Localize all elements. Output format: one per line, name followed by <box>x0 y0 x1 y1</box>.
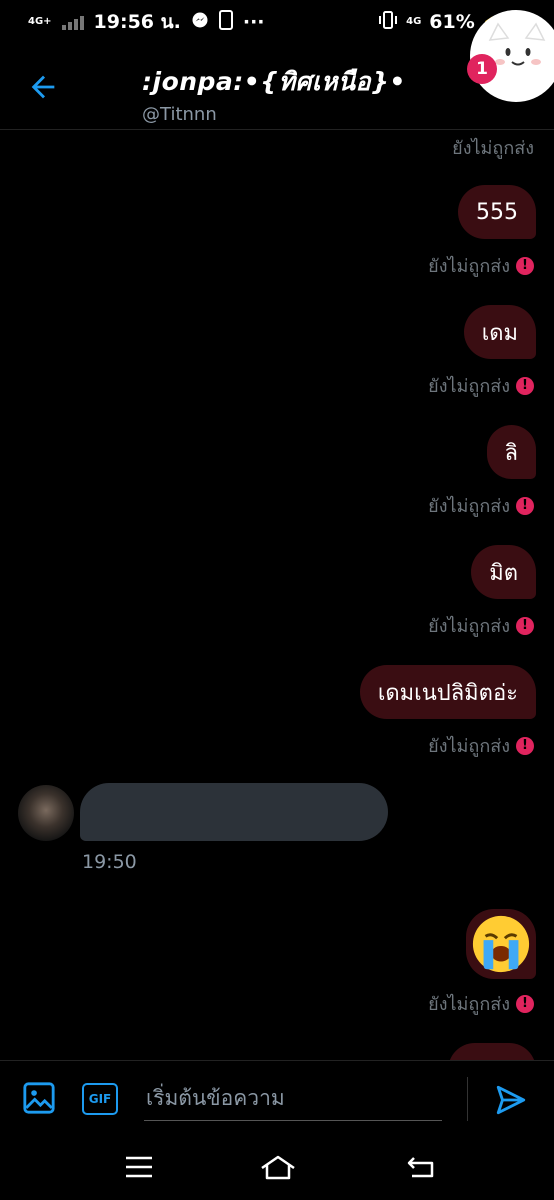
error-icon: ! <box>516 496 534 515</box>
received-time: 19:50 <box>82 851 137 873</box>
error-icon: ! <box>516 994 534 1013</box>
error-icon: ! <box>516 256 534 275</box>
sent-emoji-message[interactable] <box>466 909 536 979</box>
send-icon <box>496 1085 526 1115</box>
error-icon: ! <box>516 736 534 755</box>
message-input[interactable] <box>144 1075 442 1121</box>
notification-badge: 1 <box>467 54 497 84</box>
add-media-button[interactable] <box>22 1081 56 1115</box>
home-icon <box>261 1155 295 1180</box>
menu-icon <box>126 1156 152 1178</box>
conversation-handle: @Titnnn <box>142 104 217 125</box>
image-icon <box>23 1082 55 1114</box>
sent-message[interactable]: เดมเนปลิมิตอ่ะ <box>359 665 536 719</box>
status-bar: 4G+ 19:56 น. ··· 4G 61% ⚡ <box>0 0 554 44</box>
network-type-left: 4G+ <box>28 16 52 27</box>
message-list[interactable]: ยังไม่ถูกส่ง 555 ยังไม่ถูกส่ง ! เดม ยังไ… <box>0 131 554 1060</box>
status-time: 19:56 น. <box>93 11 181 33</box>
signal-icon <box>61 14 84 30</box>
message-status: ยังไม่ถูกส่ง ! <box>428 731 534 760</box>
sent-message[interactable]: มิต <box>471 545 536 599</box>
recent-apps-button[interactable] <box>124 1154 156 1182</box>
message-status: ยังไม่ถูกส่ง ! <box>428 491 534 520</box>
sent-message[interactable]: เดม <box>463 305 536 359</box>
conversation-title-block[interactable]: :jonpa:•{ทิศเหนือ}• @Titnnn <box>142 62 406 125</box>
system-back-button[interactable] <box>406 1154 438 1182</box>
messenger-icon <box>191 11 209 34</box>
sent-message[interactable]: ลิ <box>486 425 536 479</box>
received-message[interactable] <box>80 783 388 841</box>
message-status: ยังไม่ถูกส่ง <box>452 138 534 159</box>
conversation-title: :jonpa:•{ทิศเหนือ}• <box>142 67 406 96</box>
arrow-left-icon <box>31 75 55 99</box>
message-status: ยังไม่ถูกส่ง ! <box>428 251 534 280</box>
back-button[interactable] <box>26 70 60 104</box>
sender-avatar[interactable] <box>18 785 74 841</box>
gif-button[interactable]: GIF <box>82 1083 118 1115</box>
system-navigation-bar <box>0 1136 554 1200</box>
sent-message[interactable]: 555 <box>458 185 536 239</box>
send-button[interactable] <box>494 1083 528 1117</box>
phone-icon <box>218 9 233 35</box>
sent-message-partial[interactable] <box>448 1043 536 1060</box>
message-composer: GIF <box>0 1060 554 1136</box>
message-status: ยังไม่ถูกส่ง ! <box>428 371 534 400</box>
vibrate-icon <box>378 10 398 34</box>
home-button[interactable] <box>260 1154 295 1182</box>
error-icon: ! <box>516 616 534 635</box>
composer-divider <box>467 1077 468 1121</box>
more-icon: ··· <box>242 11 265 33</box>
message-status: ยังไม่ถูกส่ง ! <box>428 989 534 1018</box>
message-status: ยังไม่ถูกส่ง ! <box>428 611 534 640</box>
back-icon <box>407 1157 434 1178</box>
network-type-right: 4G <box>406 16 422 27</box>
gif-icon: GIF <box>88 1092 112 1106</box>
crying-face-icon <box>472 915 530 973</box>
error-icon: ! <box>516 376 534 395</box>
battery-percent: 61% <box>429 11 475 33</box>
